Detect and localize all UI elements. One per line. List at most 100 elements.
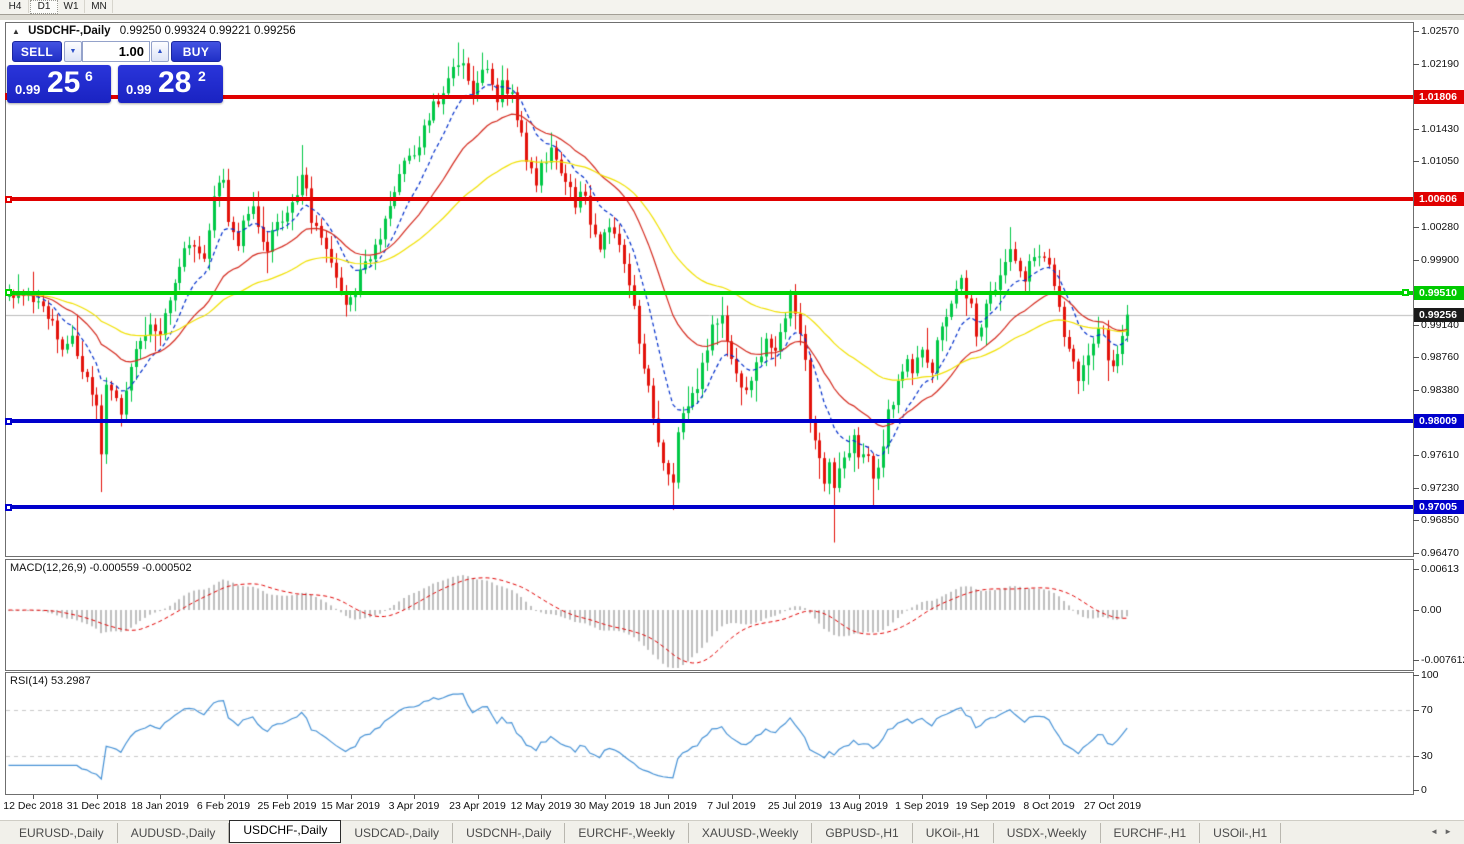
macd-canvas[interactable] — [6, 560, 1413, 670]
macd-axis-tick — [1413, 610, 1419, 611]
chart-tab-bar: EURUSD-,DailyAUDUSD-,DailyUSDCHF-,DailyU… — [0, 820, 1464, 844]
horizontal-level-line-0.97005[interactable] — [5, 505, 1413, 509]
date-axis-label: 12 Dec 2018 — [3, 800, 63, 812]
price-axis-badge-1.00606: 1.00606 — [1414, 192, 1464, 206]
date-axis-label: 23 Apr 2019 — [449, 800, 506, 812]
sell-button[interactable]: SELL — [12, 41, 62, 62]
timeframe-button-h4[interactable]: H4 — [2, 0, 29, 13]
line-right-handle[interactable] — [1402, 289, 1409, 296]
timeframe-button-d1[interactable]: D1 — [30, 0, 58, 14]
chart-tab-eurchf-h1[interactable]: EURCHF-,H1 — [1101, 823, 1201, 843]
price-axis-tick — [1413, 520, 1419, 521]
chart-tab-usdchf-daily[interactable]: USDCHF-,Daily — [229, 820, 341, 843]
chart-tab-gbpusd-h1[interactable]: GBPUSD-,H1 — [812, 823, 912, 843]
price-axis-tick — [1413, 129, 1419, 130]
price-axis-badge-0.98009: 0.98009 — [1414, 414, 1464, 428]
timeframe-button-w1[interactable]: W1 — [58, 0, 85, 13]
rsi-axis-label: 0 — [1421, 784, 1427, 796]
date-axis-tick — [986, 795, 987, 799]
timeframe-toolbar: H4D1W1MN — [0, 0, 1464, 14]
price-axis-tick-label: 1.01430 — [1421, 123, 1459, 135]
rsi-axis-tick — [1413, 756, 1419, 757]
chart-tab-audusd-daily[interactable]: AUDUSD-,Daily — [118, 823, 230, 843]
timeframe-button-mn[interactable]: MN — [86, 0, 113, 13]
price-axis-tick — [1413, 260, 1419, 261]
tab-scroll-arrows[interactable]: ◄► — [1430, 827, 1458, 836]
sell-price-prefix: 0.99 — [15, 82, 40, 97]
macd-label: MACD(12,26,9) -0.000559 -0.000502 — [10, 562, 192, 574]
date-axis-tick — [478, 795, 479, 799]
triangle-up-icon: ▲ — [157, 48, 164, 55]
line-left-handle[interactable] — [5, 289, 12, 296]
buy-price-box[interactable]: 0.99 28 2 — [118, 65, 223, 103]
rsi-axis-tick — [1413, 710, 1419, 711]
price-axis-tick — [1413, 488, 1419, 489]
date-axis-label: 6 Feb 2019 — [197, 800, 250, 812]
price-axis-badge-0.99510: 0.99510 — [1414, 286, 1464, 300]
price-axis-tick-label: 0.98760 — [1421, 351, 1459, 363]
line-left-handle[interactable] — [5, 418, 12, 425]
rsi-axis-label: 70 — [1421, 704, 1433, 716]
toolbar-splitter[interactable] — [0, 14, 1464, 21]
price-axis-tick-label: 1.02190 — [1421, 58, 1459, 70]
line-left-handle[interactable] — [5, 504, 12, 511]
price-axis-tick-label: 0.98380 — [1421, 384, 1459, 396]
buy-price-prefix: 0.99 — [126, 82, 151, 97]
sell-price-pipette: 6 — [85, 68, 93, 84]
chart-tab-usdcad-daily[interactable]: USDCAD-,Daily — [341, 823, 453, 843]
horizontal-level-line-0.9951[interactable] — [5, 291, 1413, 295]
date-axis-tick — [351, 795, 352, 799]
sell-price-box[interactable]: 0.99 25 6 — [7, 65, 111, 103]
macd-axis-label: 0.00 — [1421, 604, 1441, 616]
sell-price-big-digits: 25 — [47, 66, 80, 100]
date-axis-label: 31 Dec 2018 — [67, 800, 127, 812]
date-axis-label: 18 Jun 2019 — [639, 800, 697, 812]
date-axis-tick — [97, 795, 98, 799]
date-axis-tick — [859, 795, 860, 799]
date-axis-tick — [160, 795, 161, 799]
date-axis-label: 1 Sep 2019 — [895, 800, 949, 812]
price-axis-tick-label: 0.96850 — [1421, 514, 1459, 526]
date-axis-tick — [795, 795, 796, 799]
chart-tab-usoil-h1[interactable]: USOil-,H1 — [1200, 823, 1281, 843]
date-axis-label: 18 Jan 2019 — [131, 800, 189, 812]
buy-button[interactable]: BUY — [171, 41, 221, 62]
date-axis-label: 3 Apr 2019 — [389, 800, 440, 812]
rsi-canvas[interactable] — [6, 673, 1413, 794]
rsi-axis-label: 30 — [1421, 750, 1433, 762]
chart-tab-eurchf-weekly[interactable]: EURCHF-,Weekly — [565, 823, 688, 843]
scroll-tabs-right-icon[interactable]: ► — [1444, 827, 1458, 836]
line-left-handle[interactable] — [5, 196, 12, 203]
price-axis-badge-0.97005: 0.97005 — [1414, 500, 1464, 514]
price-axis-tick — [1413, 455, 1419, 456]
chart-tab-usdcnh-daily[interactable]: USDCNH-,Daily — [453, 823, 565, 843]
collapse-panel-icon[interactable]: ▲ — [12, 27, 20, 36]
price-axis-tick — [1413, 64, 1419, 65]
chart-tab-ukoil-h1[interactable]: UKOil-,H1 — [913, 823, 994, 843]
price-axis-tick — [1413, 390, 1419, 391]
date-axis-tick — [922, 795, 923, 799]
buy-price-pipette: 2 — [198, 68, 206, 84]
date-axis-label: 25 Feb 2019 — [258, 800, 317, 812]
price-axis-tick-label: 0.97610 — [1421, 449, 1459, 461]
one-click-trade-panel: SELL ▼ 1.00 ▲ BUY 0.99 25 6 0.99 28 2 — [7, 39, 223, 103]
chart-tab-eurusd-daily[interactable]: EURUSD-,Daily — [6, 823, 118, 843]
price-axis-badge-0.99256: 0.99256 — [1414, 308, 1464, 322]
volume-input[interactable]: 1.00 — [82, 41, 150, 62]
chart-tab-usdx-weekly[interactable]: USDX-,Weekly — [994, 823, 1101, 843]
volume-decrease-button[interactable]: ▼ — [64, 41, 82, 62]
scroll-tabs-left-icon[interactable]: ◄ — [1430, 827, 1444, 836]
macd-axis-tick — [1413, 660, 1419, 661]
date-axis-tick — [605, 795, 606, 799]
chart-symbol-label: USDCHF-,Daily — [28, 25, 110, 37]
price-axis-tick-label: 1.01050 — [1421, 155, 1459, 167]
date-axis-tick — [541, 795, 542, 799]
date-axis-tick — [1113, 795, 1114, 799]
horizontal-level-line-1.00606[interactable] — [5, 197, 1413, 201]
volume-increase-button[interactable]: ▲ — [151, 41, 169, 62]
date-axis-label: 27 Oct 2019 — [1084, 800, 1141, 812]
date-axis-label: 25 Jul 2019 — [768, 800, 822, 812]
price-axis-tick-label: 1.00280 — [1421, 221, 1459, 233]
chart-tab-xauusd-weekly[interactable]: XAUUSD-,Weekly — [689, 823, 812, 843]
horizontal-level-line-0.98009[interactable] — [5, 419, 1413, 423]
